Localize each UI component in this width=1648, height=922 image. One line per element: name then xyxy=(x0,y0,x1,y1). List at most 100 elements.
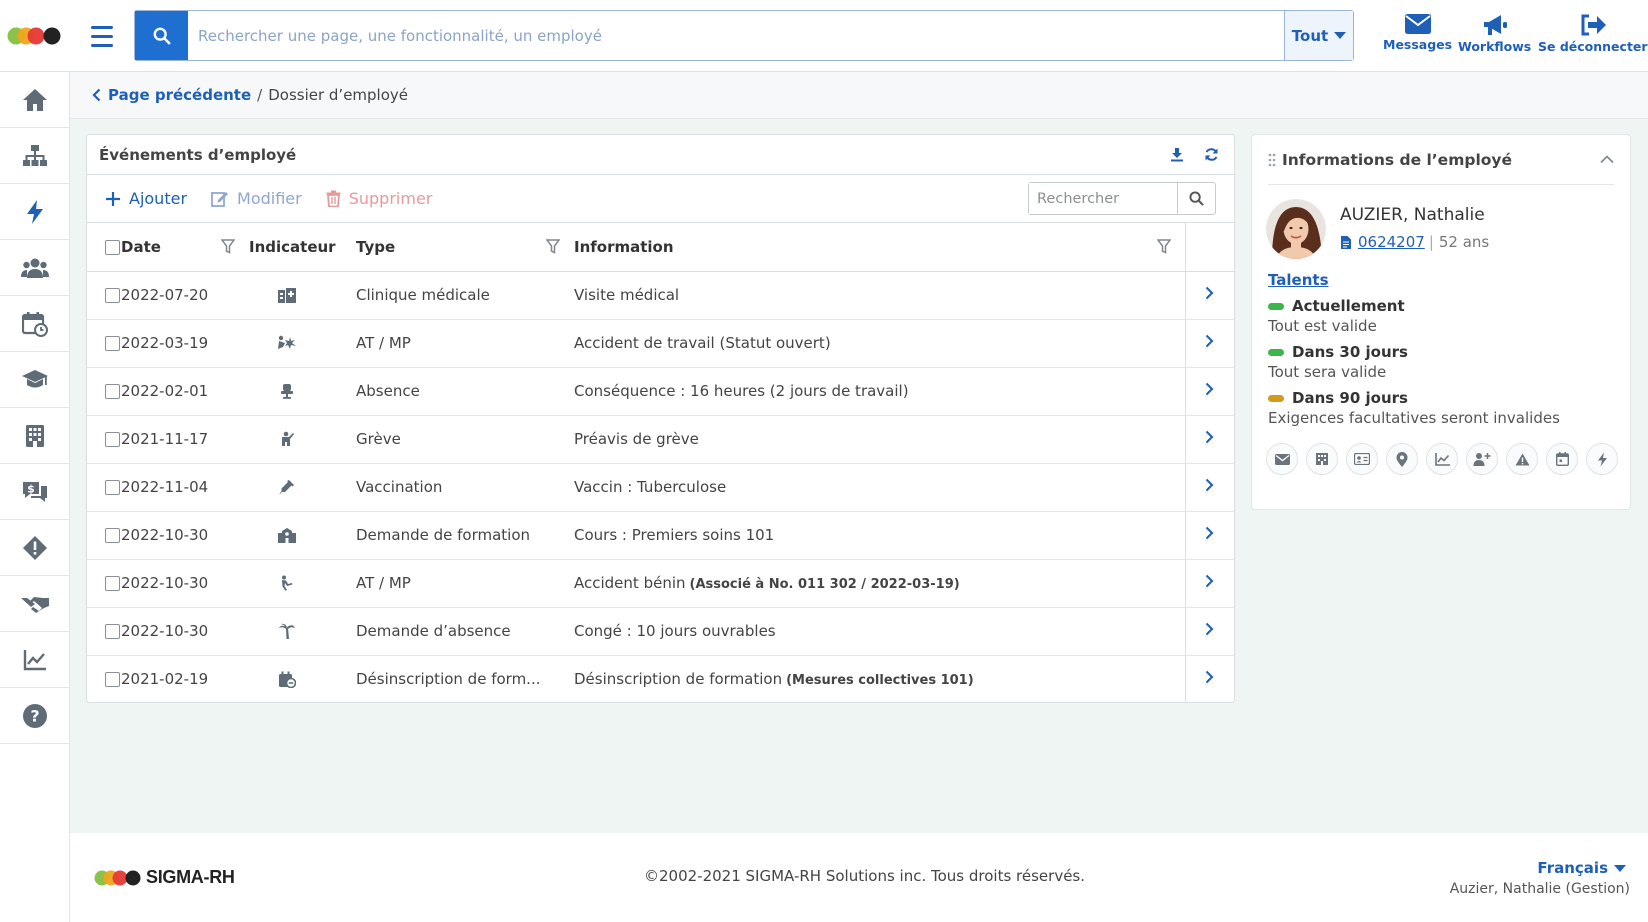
open-event-button[interactable] xyxy=(1205,526,1214,540)
workflows-button[interactable]: Workflows xyxy=(1458,14,1531,54)
quick-action-user-add[interactable] xyxy=(1466,443,1498,475)
row-checkbox[interactable] xyxy=(105,624,120,639)
sigma-rh-logo-icon xyxy=(94,870,141,885)
messages-button[interactable]: Messages xyxy=(1383,14,1452,52)
open-event-button[interactable] xyxy=(1205,670,1214,684)
event-information-extra: (Mesures collectives 101) xyxy=(786,673,974,689)
open-event-button[interactable] xyxy=(1205,430,1214,444)
search-scope-dropdown[interactable]: Tout xyxy=(1284,11,1353,60)
sidebar-item-training[interactable] xyxy=(0,352,70,408)
sidebar-item-help[interactable]: ? xyxy=(0,688,70,744)
refresh-button[interactable] xyxy=(1200,144,1222,166)
language-label: Français xyxy=(1537,859,1608,877)
current-user-label: Auzier, Nathalie (Gestion) xyxy=(1449,881,1630,897)
event-date: 2022-03-19 xyxy=(121,319,249,368)
footer: SIGMA-RH ©2002-2021 SIGMA-RH Solutions i… xyxy=(70,833,1648,922)
open-event-button[interactable] xyxy=(1205,286,1214,300)
language-selector[interactable]: Français xyxy=(1537,859,1626,877)
open-event-button[interactable] xyxy=(1205,622,1214,636)
talents-link[interactable]: Talents xyxy=(1268,271,1630,289)
table-row[interactable]: 2022-02-01 Absence Conséquence : 16 heur… xyxy=(87,367,1234,416)
logout-button[interactable]: Se déconnecter xyxy=(1538,14,1648,54)
row-checkbox[interactable] xyxy=(105,480,120,495)
type-filter-button[interactable] xyxy=(546,239,560,254)
download-button[interactable] xyxy=(1166,144,1188,166)
delete-event-button[interactable]: Supprimer xyxy=(326,189,433,208)
chevron-right-icon xyxy=(1206,671,1214,684)
app-logo[interactable] xyxy=(6,22,64,50)
drag-handle-icon[interactable] xyxy=(1268,153,1276,167)
quick-action-location[interactable] xyxy=(1386,443,1418,475)
sidebar-item-reports[interactable] xyxy=(0,632,70,688)
search-button[interactable] xyxy=(135,11,188,60)
events-panel-title: Événements d’employé xyxy=(99,145,297,164)
table-row[interactable]: 2022-10-30 Demande de formation Cours : … xyxy=(87,511,1234,560)
collapse-chevron-up-icon[interactable] xyxy=(1600,155,1614,164)
employee-avatar[interactable] xyxy=(1266,199,1326,259)
sidebar-item-organization[interactable] xyxy=(0,128,70,184)
row-checkbox[interactable] xyxy=(105,576,120,591)
row-checkbox[interactable] xyxy=(105,288,120,303)
table-row[interactable]: 2022-10-30 AT / MP Accident bénin (Associ… xyxy=(87,559,1234,608)
event-type: Vaccination xyxy=(356,463,574,512)
row-checkbox[interactable] xyxy=(105,528,120,543)
sidebar-item-team[interactable] xyxy=(0,240,70,296)
employee-info-title: Informations de l’employé xyxy=(1282,150,1513,169)
row-checkbox[interactable] xyxy=(105,672,120,688)
table-row[interactable]: 2021-11-17 Grève Préavis de grève xyxy=(87,415,1234,464)
quick-action-chart[interactable] xyxy=(1426,443,1458,475)
quick-action-events[interactable] xyxy=(1586,443,1618,475)
sidebar-item-events[interactable] xyxy=(0,184,70,240)
global-search-input[interactable] xyxy=(188,11,1284,60)
open-event-button[interactable] xyxy=(1205,382,1214,396)
sidebar-item-schedule[interactable] xyxy=(0,296,70,352)
open-event-button[interactable] xyxy=(1205,478,1214,492)
help-circle-icon: ? xyxy=(23,703,47,728)
quick-action-calendar[interactable] xyxy=(1546,443,1578,475)
quick-action-id-card[interactable] xyxy=(1346,443,1378,475)
breadcrumb-back-link[interactable]: Page précédente xyxy=(92,86,251,104)
sidebar-item-home[interactable] xyxy=(0,72,70,128)
events-search-input[interactable] xyxy=(1029,183,1177,214)
employee-id-link[interactable]: 0624207 xyxy=(1358,233,1425,251)
open-event-button[interactable] xyxy=(1205,574,1214,588)
table-row[interactable]: 2022-10-30 Demande d’absence Congé : 10 … xyxy=(87,607,1234,656)
event-type: Demande de formation xyxy=(356,511,574,560)
events-search-button[interactable] xyxy=(1177,183,1215,214)
graduation-cap-icon xyxy=(22,369,48,387)
date-filter-button[interactable] xyxy=(221,239,235,254)
row-checkbox[interactable] xyxy=(105,432,120,447)
employee-name: AUZIER, Nathalie xyxy=(1340,205,1485,225)
edit-icon xyxy=(211,192,229,207)
sidebar-item-company[interactable] xyxy=(0,408,70,464)
event-date: 2021-02-19 xyxy=(121,670,209,689)
row-checkbox[interactable] xyxy=(105,384,120,399)
search-icon xyxy=(1189,191,1204,206)
add-event-button[interactable]: Ajouter xyxy=(105,189,187,208)
talent-title: Dans 30 jours xyxy=(1292,343,1408,361)
table-row[interactable]: 2022-07-20 Clinique médicale Visite médi… xyxy=(87,271,1234,320)
sidebar-item-payroll[interactable]: $ xyxy=(0,464,70,520)
select-all-checkbox[interactable] xyxy=(105,239,120,255)
top-bar: Tout Messages Workflows Se déconnecter xyxy=(0,0,1648,72)
table-row[interactable]: 2021-02-19 Désinscription de form... Dés… xyxy=(87,655,1234,703)
location-icon xyxy=(1396,451,1408,467)
delete-event-label: Supprimer xyxy=(348,189,433,208)
information-filter-button[interactable] xyxy=(1156,239,1171,254)
table-row[interactable]: 2022-11-04 Vaccination Vaccin : Tubercul… xyxy=(87,463,1234,512)
quick-action-warning[interactable] xyxy=(1506,443,1538,475)
event-information: Accident de travail (Statut ouvert) xyxy=(574,334,831,352)
falling-person-icon xyxy=(282,575,293,591)
edit-event-button[interactable]: Modifier xyxy=(211,189,302,208)
id-card-icon xyxy=(1354,453,1370,465)
breadcrumb: Page précédente / Dossier d’employé xyxy=(70,72,1648,119)
quick-action-company[interactable] xyxy=(1306,443,1338,475)
menu-toggle-button[interactable] xyxy=(84,20,120,52)
quick-action-mail[interactable] xyxy=(1266,443,1298,475)
row-checkbox[interactable] xyxy=(105,336,120,351)
open-event-button[interactable] xyxy=(1205,334,1214,348)
sidebar-item-incidents[interactable] xyxy=(0,520,70,576)
column-header-information: Information xyxy=(574,237,674,256)
table-row[interactable]: 2022-03-19 AT / MP Accident de travail (… xyxy=(87,319,1234,368)
sidebar-item-relations[interactable] xyxy=(0,576,70,632)
